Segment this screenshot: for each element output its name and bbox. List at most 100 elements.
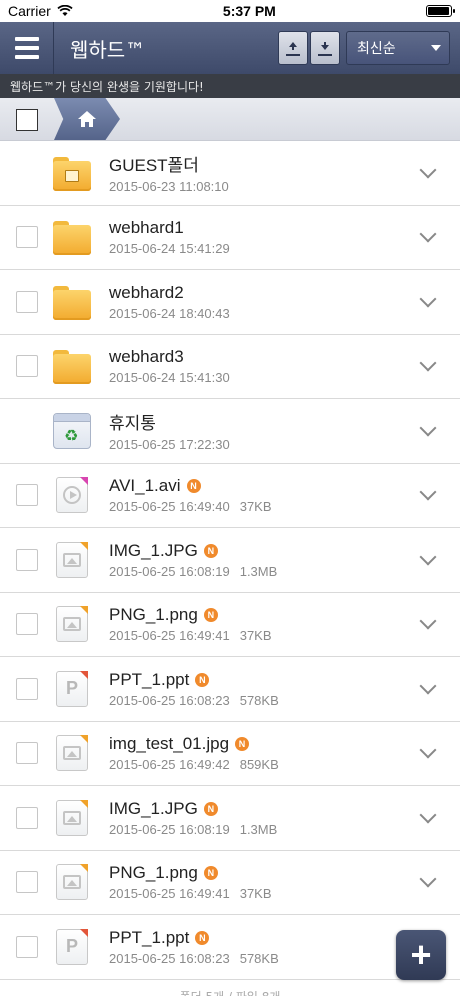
list-item[interactable]: img_test_01.jpg N 2015-06-25 16:49:42 859KB — [0, 721, 460, 786]
list-item[interactable]: P PPT_1.ppt N 2015-06-25 16:08:23 578KB — [0, 657, 460, 722]
item-date: 2015-06-25 16:08:19 — [109, 821, 230, 837]
battery-icon — [425, 5, 455, 17]
item-name: GUEST폴더 — [109, 151, 422, 176]
banner-text: 웹하드™가 당신의 완생을 기원합니다! — [10, 79, 204, 94]
list-item[interactable]: GUEST폴더 2015-06-23 11:08:10 — [0, 141, 460, 206]
home-icon[interactable] — [54, 98, 120, 140]
row-checkbox[interactable] — [16, 355, 38, 378]
row-checkbox[interactable] — [16, 871, 38, 894]
item-text: PNG_1.png N 2015-06-25 16:49:41 37KB — [109, 863, 422, 901]
item-text: PPT_1.ppt N 2015-06-25 16:08:23 578KB — [109, 928, 422, 966]
new-badge: N — [203, 608, 218, 623]
item-date: 2015-06-25 16:08:23 — [109, 950, 230, 966]
list-item[interactable]: webhard2 2015-06-24 18:40:43 — [0, 270, 460, 335]
page-title: 웹하드™ — [70, 37, 146, 62]
item-name: webhard2 — [109, 283, 422, 303]
item-meta: 2015-06-25 16:08:23 578KB — [109, 951, 422, 966]
item-name-text: webhard2 — [109, 282, 184, 302]
sort-dropdown[interactable]: 최신순 — [346, 31, 450, 65]
item-name-text: PNG_1.png — [109, 863, 198, 883]
new-badge: N — [235, 737, 250, 752]
folder-icon — [53, 347, 91, 385]
row-checkbox[interactable] — [16, 613, 38, 636]
chevron-down-icon[interactable] — [419, 870, 437, 888]
select-all-checkbox[interactable] — [16, 109, 38, 131]
plus-icon: + — [410, 934, 432, 975]
image-file-icon — [53, 863, 91, 901]
item-size: 578KB — [239, 950, 279, 966]
add-button[interactable]: + — [396, 930, 446, 980]
item-text: GUEST폴더 2015-06-23 11:08:10 — [109, 151, 422, 194]
chevron-down-icon[interactable] — [419, 483, 437, 501]
item-size: 1.3MB — [239, 563, 278, 579]
chevron-down-icon[interactable] — [419, 806, 437, 824]
sort-down-icon[interactable] — [310, 31, 340, 65]
row-checkbox[interactable] — [16, 226, 38, 249]
chevron-down-icon[interactable] — [419, 161, 437, 179]
chevron-down-icon — [431, 45, 441, 51]
list-item[interactable]: webhard3 2015-06-24 15:41:30 — [0, 334, 460, 399]
item-name-text: 휴지통 — [109, 414, 156, 434]
item-meta: 2015-06-24 18:40:43 — [109, 306, 422, 321]
row-checkbox[interactable] — [16, 935, 38, 958]
row-checkbox[interactable] — [16, 548, 38, 571]
item-meta: 2015-06-25 16:49:40 37KB — [109, 499, 422, 514]
item-name-text: PPT_1.ppt — [109, 669, 190, 689]
list-item[interactable]: P PPT_1.ppt N 2015-06-25 16:08:23 578KB — [0, 915, 460, 980]
row-checkbox[interactable] — [16, 742, 38, 765]
item-name: webhard1 — [109, 218, 422, 238]
chevron-down-icon[interactable] — [419, 225, 437, 243]
item-text: webhard1 2015-06-24 15:41:29 — [109, 218, 422, 256]
clock: 5:37 PM — [222, 3, 276, 19]
row-checkbox[interactable] — [16, 806, 38, 829]
new-badge: N — [195, 672, 210, 687]
ppt-file-icon: P — [53, 670, 91, 708]
chevron-down-icon[interactable] — [419, 548, 437, 566]
list-item[interactable]: IMG_1.JPG N 2015-06-25 16:08:19 1.3MB — [0, 528, 460, 593]
item-date: 2015-06-25 16:49:41 — [109, 886, 230, 902]
ppt-file-icon: P — [53, 928, 91, 966]
row-checkbox[interactable] — [16, 290, 38, 313]
chevron-down-icon[interactable] — [419, 419, 437, 437]
guest-folder-icon — [53, 154, 91, 192]
status-bar: Carrier 5:37 PM — [0, 0, 460, 22]
item-name-text: img_test_01.jpg — [109, 734, 230, 754]
chevron-down-icon[interactable] — [419, 354, 437, 372]
item-date: 2015-06-24 18:40:43 — [109, 305, 230, 321]
image-file-icon — [53, 605, 91, 643]
item-text: IMG_1.JPG N 2015-06-25 16:08:19 1.3MB — [109, 541, 422, 579]
item-name-text: IMG_1.JPG — [109, 798, 198, 818]
item-text: webhard2 2015-06-24 18:40:43 — [109, 283, 422, 321]
item-text: 휴지통 2015-06-25 17:22:30 — [109, 409, 422, 452]
item-name-text: webhard1 — [109, 218, 184, 238]
item-date: 2015-06-25 16:08:23 — [109, 692, 230, 708]
list-item[interactable]: IMG_1.JPG N 2015-06-25 16:08:19 1.3MB — [0, 786, 460, 851]
list-item[interactable]: PNG_1.png N 2015-06-25 16:49:41 37KB — [0, 850, 460, 915]
item-date: 2015-06-25 16:49:41 — [109, 628, 230, 644]
item-date: 2015-06-25 17:22:30 — [109, 437, 230, 453]
list-item[interactable]: PNG_1.png N 2015-06-25 16:49:41 37KB — [0, 592, 460, 657]
trash-icon: ♻ — [53, 412, 91, 450]
list-item[interactable]: AVI_1.avi N 2015-06-25 16:49:40 37KB — [0, 463, 460, 528]
item-name-text: GUEST폴더 — [109, 156, 199, 176]
item-text: IMG_1.JPG N 2015-06-25 16:08:19 1.3MB — [109, 799, 422, 837]
item-name: webhard3 — [109, 347, 422, 367]
row-checkbox[interactable] — [16, 484, 38, 507]
hamburger-icon[interactable] — [0, 22, 54, 74]
item-size: 37KB — [239, 499, 272, 515]
sort-up-icon[interactable] — [278, 31, 308, 65]
item-name: PPT_1.ppt N — [109, 928, 422, 948]
list-item[interactable]: webhard1 2015-06-24 15:41:29 — [0, 205, 460, 270]
chevron-down-icon[interactable] — [419, 612, 437, 630]
item-date: 2015-06-23 11:08:10 — [109, 179, 229, 195]
item-meta: 2015-06-24 15:41:29 — [109, 241, 422, 256]
item-size: 1.3MB — [239, 821, 278, 837]
item-name-text: PPT_1.ppt — [109, 927, 190, 947]
chevron-down-icon[interactable] — [419, 741, 437, 759]
item-size: 859KB — [239, 757, 279, 773]
chevron-down-icon[interactable] — [419, 677, 437, 695]
list-item[interactable]: ♻ 휴지통 2015-06-25 17:22:30 — [0, 399, 460, 464]
chevron-down-icon[interactable] — [419, 290, 437, 308]
item-meta: 2015-06-25 16:08:19 1.3MB — [109, 564, 422, 579]
row-checkbox[interactable] — [16, 677, 38, 700]
